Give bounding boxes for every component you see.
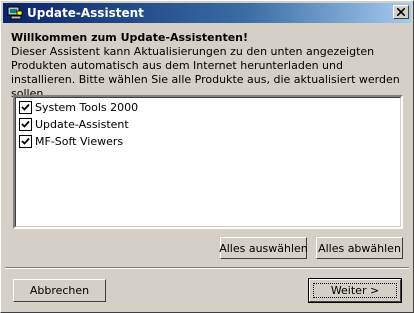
close-button[interactable] [393, 5, 409, 19]
computer-icon [7, 6, 23, 20]
product-label: System Tools 2000 [35, 100, 139, 114]
title-bar[interactable]: Update-Assistent [3, 3, 411, 23]
update-assistant-window: Update-Assistent Willkommen zum Update-A… [0, 0, 414, 313]
welcome-heading: Willkommen zum Update-Assistenten! [11, 31, 249, 44]
product-checkbox[interactable] [19, 100, 32, 114]
list-item-system-tools[interactable]: System Tools 2000 [19, 99, 138, 115]
product-label: MF-Soft Viewers [35, 134, 124, 148]
footer-separator [5, 267, 409, 269]
checkmark-icon [21, 137, 30, 145]
close-icon [397, 8, 405, 16]
window-title: Update-Assistent [27, 6, 144, 20]
next-button-label: Weiter > [330, 284, 380, 297]
list-item-update-assistant[interactable]: Update-Assistent [19, 116, 129, 132]
cancel-button[interactable]: Abbrechen [13, 279, 106, 302]
select-all-button[interactable]: Alles auswählen [219, 237, 308, 259]
next-button[interactable]: Weiter > [308, 278, 402, 303]
checkmark-icon [21, 120, 30, 128]
checkmark-icon [21, 103, 30, 111]
product-label: Update-Assistent [35, 117, 129, 131]
list-item-mf-soft-viewers[interactable]: MF-Soft Viewers [19, 133, 123, 149]
description-text: Dieser Assistent kann Aktualisierungen z… [11, 45, 400, 100]
product-list[interactable]: System Tools 2000 Update-Assistent MF-So… [13, 95, 403, 229]
product-checkbox[interactable] [19, 134, 32, 148]
deselect-all-button[interactable]: Alles abwählen [316, 237, 403, 259]
product-checkbox[interactable] [19, 117, 32, 131]
